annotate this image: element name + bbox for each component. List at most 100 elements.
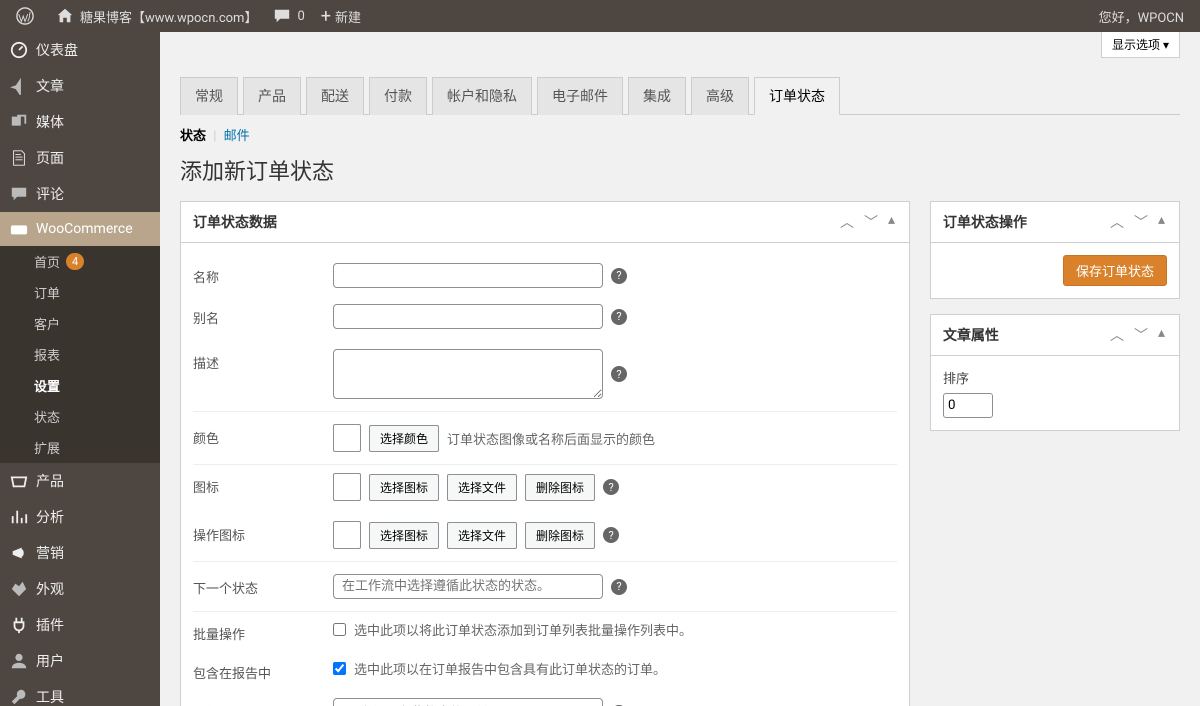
help-icon[interactable]: ?	[611, 579, 627, 595]
admin-toolbar: 糖果博客【www.wpocn.com】 0 +新建 您好，WPOCN	[0, 0, 1200, 32]
next-status-label: 下一个状态	[193, 574, 333, 597]
my-account[interactable]: 您好，WPOCN	[1091, 0, 1192, 32]
help-icon[interactable]: ?	[611, 366, 627, 382]
name-input[interactable]	[333, 263, 603, 288]
menu-tools[interactable]: 工具	[0, 679, 160, 706]
admin-sidebar: 仪表盘 文章 媒体 页面 评论 WooCommerce 首页4 订单 客户 报表…	[0, 32, 160, 706]
color-swatch[interactable]	[333, 424, 361, 452]
delete-icon-button[interactable]: 删除图标	[525, 474, 595, 501]
subnav-emails[interactable]: 邮件	[224, 129, 250, 144]
new-content[interactable]: +新建	[313, 0, 369, 32]
help-icon[interactable]: ?	[603, 527, 619, 543]
woo-submenu: 首页4 订单 客户 报表 设置 状态 扩展	[0, 246, 160, 463]
select-action-file-button[interactable]: 选择文件	[447, 522, 517, 549]
delete-action-icon-button[interactable]: 删除图标	[525, 522, 595, 549]
help-icon[interactable]: ?	[611, 309, 627, 325]
order-status-data-box: 订单状态数据 ︿ ﹀ ▴ 名称 ?	[180, 201, 910, 706]
submenu-extensions[interactable]: 扩展	[0, 432, 160, 463]
submenu-reports[interactable]: 报表	[0, 339, 160, 370]
wp-logo[interactable]	[8, 0, 48, 32]
icon-preview	[333, 473, 361, 501]
move-up-icon[interactable]: ︿	[1108, 210, 1126, 234]
menu-analytics[interactable]: 分析	[0, 499, 160, 535]
submenu-orders[interactable]: 订单	[0, 277, 160, 308]
content-area: 显示选项 ▾ 常规 产品 配送 付款 帐户和隐私 电子邮件 集成 高级 订单状态…	[160, 32, 1200, 706]
site-name: 糖果博客【www.wpocn.com】	[80, 7, 257, 26]
color-label: 颜色	[193, 424, 333, 447]
bulk-label: 批量操作	[193, 620, 333, 643]
menu-comments[interactable]: 评论	[0, 176, 160, 212]
menu-dashboard[interactable]: 仪表盘	[0, 32, 160, 68]
toggle-icon[interactable]: ▴	[1156, 210, 1167, 234]
move-up-icon[interactable]: ︿	[1108, 323, 1126, 347]
badge-count: 4	[66, 253, 84, 270]
menu-marketing[interactable]: 营销	[0, 535, 160, 571]
report-label: 包含在报告中	[193, 659, 333, 682]
tab-products[interactable]: 产品	[243, 77, 301, 115]
order-label: 排序	[943, 368, 1167, 387]
tab-order-status[interactable]: 订单状态	[754, 77, 840, 115]
order-status-actions-box: 订单状态操作 ︿ ﹀ ▴ 保存订单状态	[930, 201, 1180, 299]
tab-accounts[interactable]: 帐户和隐私	[432, 77, 532, 115]
desc-label: 描述	[193, 349, 333, 372]
tab-integration[interactable]: 集成	[628, 77, 686, 115]
toggle-icon[interactable]: ▴	[1156, 323, 1167, 347]
sub-navigation: 状态 | 邮件	[180, 125, 1180, 144]
screen-options-toggle[interactable]: 显示选项 ▾	[1101, 32, 1180, 58]
action-icon-preview	[333, 521, 361, 549]
color-description: 订单状态图像或名称后面显示的颜色	[447, 429, 655, 448]
submenu-status[interactable]: 状态	[0, 401, 160, 432]
slug-input[interactable]	[333, 304, 603, 329]
menu-appearance[interactable]: 外观	[0, 571, 160, 607]
help-icon[interactable]: ?	[603, 479, 619, 495]
toggle-icon[interactable]: ▴	[886, 210, 897, 234]
submenu-customers[interactable]: 客户	[0, 308, 160, 339]
move-up-icon[interactable]: ︿	[838, 210, 856, 234]
submenu-settings[interactable]: 设置	[0, 370, 160, 401]
screen-options-wrap: 显示选项 ▾	[1101, 32, 1180, 58]
tab-general[interactable]: 常规	[180, 77, 238, 115]
tab-shipping[interactable]: 配送	[306, 77, 364, 115]
help-icon[interactable]: ?	[611, 268, 627, 284]
submenu-home[interactable]: 首页4	[0, 246, 160, 277]
report-checkbox[interactable]	[333, 662, 346, 675]
menu-woocommerce[interactable]: WooCommerce	[0, 212, 160, 246]
paid-label: 已付	[193, 698, 333, 706]
site-link[interactable]: 糖果博客【www.wpocn.com】	[48, 0, 265, 32]
settings-tabs: 常规 产品 配送 付款 帐户和隐私 电子邮件 集成 高级 订单状态	[180, 77, 1180, 115]
select-color-button[interactable]: 选择颜色	[369, 425, 439, 452]
comment-count: 0	[297, 9, 304, 24]
menu-order-input[interactable]	[943, 393, 993, 418]
next-status-input[interactable]	[333, 574, 603, 599]
menu-pages[interactable]: 页面	[0, 140, 160, 176]
icon-label: 图标	[193, 473, 333, 496]
save-order-status-button[interactable]: 保存订单状态	[1063, 255, 1167, 286]
select-icon-button[interactable]: 选择图标	[369, 474, 439, 501]
description-textarea[interactable]	[333, 349, 603, 399]
menu-users[interactable]: 用户	[0, 643, 160, 679]
comments-link[interactable]: 0	[265, 0, 312, 32]
menu-media[interactable]: 媒体	[0, 104, 160, 140]
tab-payments[interactable]: 付款	[369, 77, 427, 115]
action-icon-label: 操作图标	[193, 521, 333, 544]
menu-plugins[interactable]: 插件	[0, 607, 160, 643]
tab-emails[interactable]: 电子邮件	[537, 77, 623, 115]
move-down-icon[interactable]: ﹀	[862, 210, 880, 234]
slug-label: 别名	[193, 304, 333, 327]
select-file-button[interactable]: 选择文件	[447, 474, 517, 501]
move-down-icon[interactable]: ﹀	[1132, 210, 1150, 234]
name-label: 名称	[193, 263, 333, 286]
paid-select[interactable]: 已支付具有此状态的订单。	[333, 698, 603, 706]
tab-advanced[interactable]: 高级	[691, 77, 749, 115]
move-down-icon[interactable]: ﹀	[1132, 323, 1150, 347]
menu-posts[interactable]: 文章	[0, 68, 160, 104]
post-attributes-box: 文章属性 ︿ ﹀ ▴ 排序	[930, 314, 1180, 431]
bulk-checkbox[interactable]	[333, 623, 346, 636]
menu-products[interactable]: 产品	[0, 463, 160, 499]
actions-title: 订单状态操作	[943, 212, 1027, 232]
report-description: 选中此项以在订单报告中包含具有此订单状态的订单。	[354, 659, 666, 678]
attrs-title: 文章属性	[943, 325, 999, 345]
subnav-status[interactable]: 状态	[180, 129, 206, 144]
bulk-description: 选中此项以将此订单状态添加到订单列表批量操作列表中。	[354, 620, 692, 639]
select-action-icon-button[interactable]: 选择图标	[369, 522, 439, 549]
